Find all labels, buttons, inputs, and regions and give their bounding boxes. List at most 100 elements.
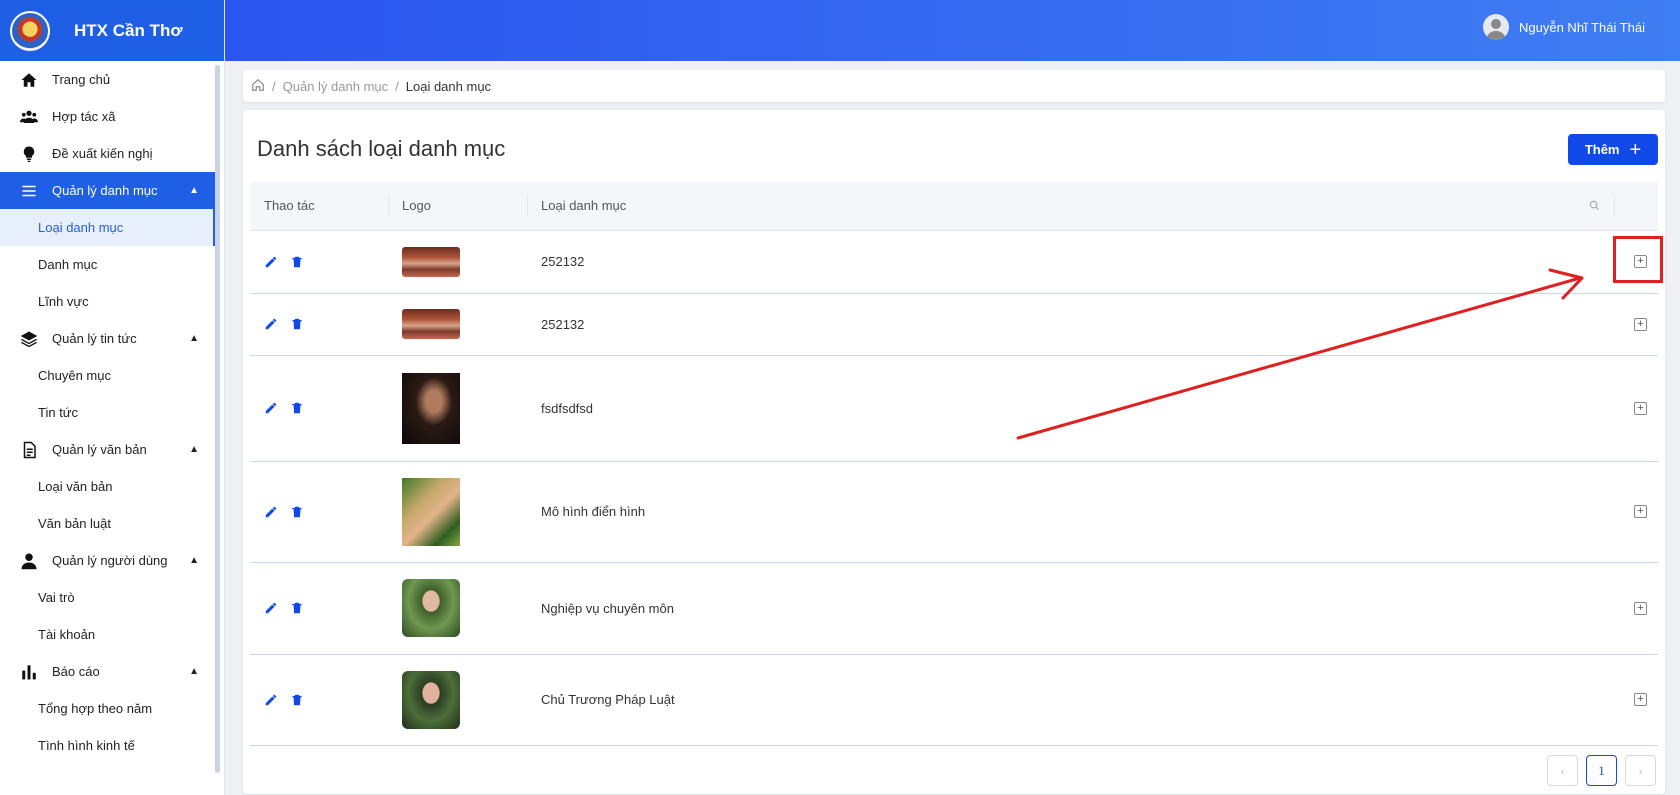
table-row: 252132 + [250,230,1658,294]
sidebar-subitem-fields[interactable]: Lĩnh vực [0,283,215,320]
sidebar-subitem-annual-summary[interactable]: Tổng hợp theo năm [0,690,215,727]
brand-logo [10,10,50,51]
plus-icon: + [1629,138,1642,161]
category-type-table: Thao tác Logo Loại danh mục 252132 + 252… [250,182,1658,746]
expand-row-icon[interactable]: + [1634,317,1647,331]
sidebar: HTX Cần Thơ Trang chủ Hợp tác xã Đề xuất… [0,0,225,795]
sidebar-item-home[interactable]: Trang chủ [0,61,215,98]
main-card: Danh sách loại danh mục Thêm + Thao tác … [243,110,1665,794]
trash-icon[interactable] [290,255,304,269]
pagination: ‹ 1 › [1547,755,1656,786]
edit-icon[interactable] [264,505,278,519]
breadcrumb-separator: / [395,78,399,94]
table-row: Mô hình điển hình + [250,461,1658,563]
sidebar-subitem-category-types[interactable]: Loại danh mục [0,209,215,246]
logo-image [402,309,460,339]
table-row: Chủ Trương Pháp Luật + [250,654,1658,746]
sidebar-subitem-news[interactable]: Tin tức [0,394,215,431]
edit-icon[interactable] [264,693,278,707]
trash-icon[interactable] [290,693,304,707]
column-header-logo: Logo [388,182,527,231]
trash-icon[interactable] [290,401,304,415]
edit-icon[interactable] [264,601,278,615]
bar-chart-icon [16,663,42,681]
sidebar-item-label: Quản lý danh mục [52,183,158,198]
sidebar-item-proposals[interactable]: Đề xuất kiến nghị [0,135,215,172]
chevron-up-icon[interactable]: ▲ [189,333,199,344]
sidebar-subitem-categories[interactable]: Danh mục [0,246,215,283]
document-icon [16,441,42,459]
expand-row-icon[interactable]: + [1634,693,1647,706]
brand-name: HTX Cần Thơ [74,20,183,40]
category-type-name: Nghiệp vụ chuyên môn [527,562,1614,655]
chevron-up-icon[interactable]: ▲ [189,555,199,566]
table-row: 252132 + [250,293,1658,356]
annotation-highlight-box [1613,236,1663,283]
sidebar-subitem-accounts[interactable]: Tài khoản [0,616,215,653]
home-icon[interactable] [251,78,265,95]
edit-icon[interactable] [264,255,278,269]
breadcrumb-separator: / [272,78,276,94]
user-menu[interactable]: Nguyễn Nhĩ Thái Thái [1483,14,1645,40]
page-number-button[interactable]: 1 [1586,755,1617,786]
expand-row-icon[interactable]: + [1634,601,1647,615]
trash-icon[interactable] [290,317,304,331]
breadcrumb-item-category-management[interactable]: Quản lý danh mục [283,79,389,94]
sidebar-subitem-roles[interactable]: Vai trò [0,579,215,616]
logo-image [402,372,460,444]
prev-page-button[interactable]: ‹ [1547,755,1578,786]
layers-icon [16,330,42,348]
chevron-up-icon[interactable]: ▲ [189,444,199,455]
add-button-label: Thêm [1584,142,1620,157]
sidebar-item-label: Quản lý người dùng [52,553,168,568]
expand-row-icon[interactable]: + [1634,505,1647,518]
sidebar-item-label: Trang chủ [52,72,111,87]
trash-icon[interactable] [290,601,304,615]
lightbulb-icon [16,145,42,163]
avatar-icon [1483,14,1510,40]
user-icon [16,552,42,570]
home-icon [16,71,42,89]
trash-icon[interactable] [290,505,304,519]
sidebar-item-cooperatives[interactable]: Hợp tác xã [0,98,215,135]
sidebar-item-news-management[interactable]: Quản lý tin tức ▲ [0,320,215,357]
edit-icon[interactable] [264,401,278,415]
brand[interactable]: HTX Cần Thơ [0,0,224,61]
edit-icon[interactable] [264,317,278,331]
users-icon [16,108,42,126]
sidebar-item-label: Hợp tác xã [52,109,116,124]
chevron-up-icon[interactable]: ▲ [189,185,199,196]
breadcrumb: / Quản lý danh mục / Loại danh mục [243,70,1665,102]
table-row: Nghiệp vụ chuyên môn + [250,562,1658,655]
chevron-up-icon[interactable]: ▲ [189,666,199,677]
logo-image [402,579,460,637]
sidebar-item-label: Báo cáo [52,664,100,679]
category-type-name: Mô hình điển hình [527,461,1614,563]
user-name: Nguyễn Nhĩ Thái Thái [1519,19,1645,35]
table-row: fsdfsdfsd + [250,355,1658,462]
column-header-label: Loại danh mục [541,198,627,214]
sidebar-item-label: Quản lý văn bản [52,442,147,457]
sidebar-item-category-management[interactable]: Quản lý danh mục ▲ [0,172,215,209]
sidebar-subitem-topics[interactable]: Chuyên mục [0,357,215,394]
expand-row-icon[interactable]: + [1634,401,1647,415]
sidebar-subitem-legal-documents[interactable]: Văn bản luật [0,505,215,542]
sidebar-item-label: Đề xuất kiến nghị [52,146,153,161]
sidebar-scrollbar[interactable] [215,65,220,773]
column-header-category-type: Loại danh mục [527,182,1614,231]
add-button[interactable]: Thêm + [1568,134,1658,165]
menu-icon [16,182,42,200]
top-header: Nguyễn Nhĩ Thái Thái [225,0,1680,61]
sidebar-item-reports[interactable]: Báo cáo ▲ [0,653,215,690]
column-header-actions: Thao tác [250,182,388,231]
sidebar-subitem-document-types[interactable]: Loại văn bản [0,468,215,505]
sidebar-item-document-management[interactable]: Quản lý văn bản ▲ [0,431,215,468]
page-title: Danh sách loại danh mục [257,136,506,161]
sidebar-item-user-management[interactable]: Quản lý người dùng ▲ [0,542,215,579]
next-page-button[interactable]: › [1625,755,1656,786]
logo-image [402,477,460,546]
search-icon[interactable] [1589,199,1600,214]
sidebar-subitem-economic-status[interactable]: Tình hình kinh tế [0,727,215,764]
category-type-name: 252132 [527,230,1614,294]
breadcrumb-item-current: Loại danh mục [405,78,492,94]
